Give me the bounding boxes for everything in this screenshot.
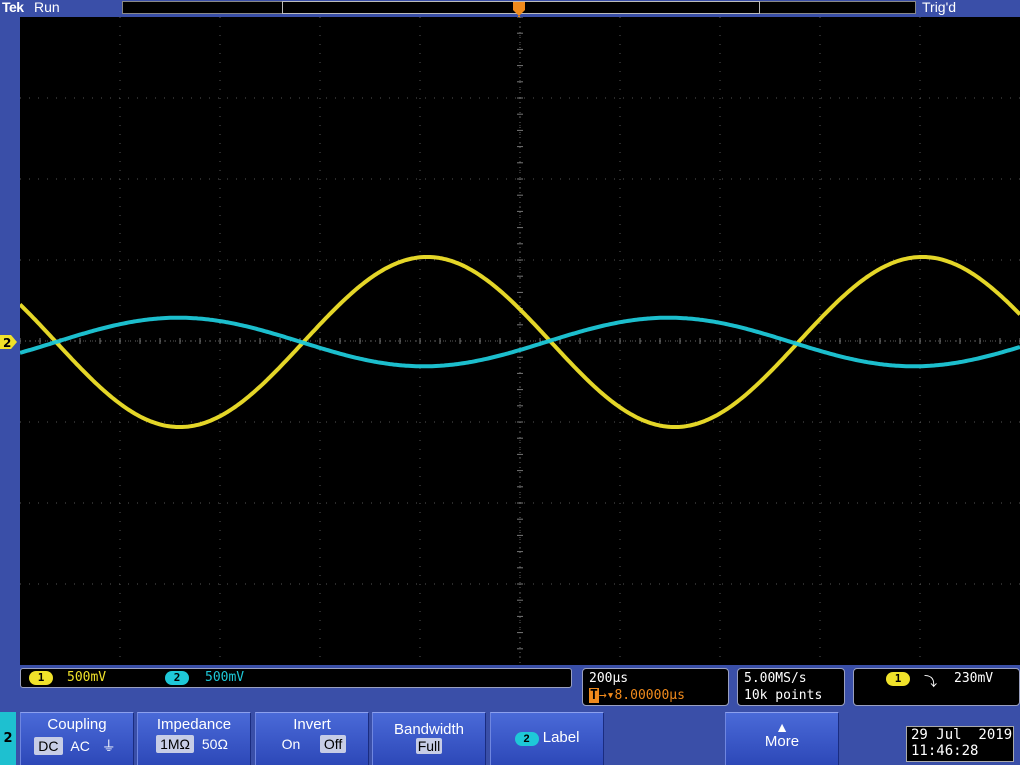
- impedance-50ohm[interactable]: 50Ω: [198, 735, 232, 753]
- trigger-level: 230mV: [954, 671, 994, 686]
- coupling-ac[interactable]: AC: [66, 737, 93, 755]
- acquisition-state: Run: [34, 0, 60, 15]
- bandwidth-button[interactable]: Bandwidth Full: [372, 712, 486, 765]
- impedance-1mohm[interactable]: 1MΩ: [156, 735, 194, 753]
- impedance-title: Impedance: [156, 716, 232, 733]
- acquisition-readout[interactable]: 5.00MS/s 10k points: [737, 668, 845, 706]
- invert-button[interactable]: Invert On Off: [255, 712, 369, 765]
- tek-logo: Tek: [2, 0, 24, 15]
- date: 29 Jul 2019: [911, 727, 1013, 743]
- ch2-ground-marker-label: 2: [3, 336, 11, 350]
- graticule: [20, 17, 1020, 665]
- invert-off[interactable]: Off: [319, 735, 347, 753]
- trigger-readout[interactable]: 1 ⤵ 230mV: [853, 668, 1020, 706]
- sample-rate: 5.00MS/s: [744, 671, 807, 686]
- horizontal-delay: T→▾8.00000µs: [589, 688, 685, 703]
- delay-trigger-icon: T: [589, 688, 599, 703]
- invert-on[interactable]: On: [278, 735, 305, 753]
- bandwidth-title: Bandwidth: [393, 721, 465, 738]
- active-channel-tab[interactable]: 2: [0, 712, 16, 765]
- trigger-state: Trig'd: [922, 0, 957, 15]
- time: 11:46:28: [911, 743, 979, 759]
- bandwidth-value: Full: [415, 738, 443, 754]
- waveform-display[interactable]: [20, 17, 1020, 665]
- coupling-dc[interactable]: DC: [34, 737, 63, 755]
- record-length: 10k points: [744, 688, 823, 703]
- coupling-title: Coupling: [47, 716, 107, 733]
- label-channel-badge: 2: [514, 732, 539, 746]
- label-button[interactable]: 2 Label: [490, 712, 604, 765]
- coupling-ground-icon[interactable]: ⏚: [98, 737, 120, 755]
- ch1-badge: 1: [29, 671, 53, 685]
- invert-title: Invert: [293, 716, 331, 733]
- date-time-readout: 29 Jul 2019 11:46:28: [906, 726, 1014, 762]
- more-title: More: [764, 733, 800, 750]
- ch2-ground-marker-icon[interactable]: 2: [0, 334, 18, 350]
- horizontal-scale: 200µs: [589, 671, 629, 686]
- ch1-scale: 500mV: [67, 670, 107, 685]
- impedance-button[interactable]: Impedance 1MΩ 50Ω: [137, 712, 251, 765]
- more-button[interactable]: ▲ More: [725, 712, 839, 765]
- horizontal-delay-value: →▾8.00000µs: [598, 688, 685, 703]
- trigger-slope-icon: ⤵: [924, 675, 938, 690]
- timebase-readout[interactable]: 200µs T→▾8.00000µs: [582, 668, 729, 706]
- coupling-button[interactable]: Coupling DC AC ⏚: [20, 712, 134, 765]
- channel-scale-readout[interactable]: 1 500mV 2 500mV: [20, 668, 572, 688]
- label-title: Label: [542, 729, 580, 746]
- trigger-source-badge: 1: [886, 672, 910, 686]
- ch2-scale: 500mV: [205, 670, 245, 685]
- ch2-badge: 2: [165, 671, 189, 685]
